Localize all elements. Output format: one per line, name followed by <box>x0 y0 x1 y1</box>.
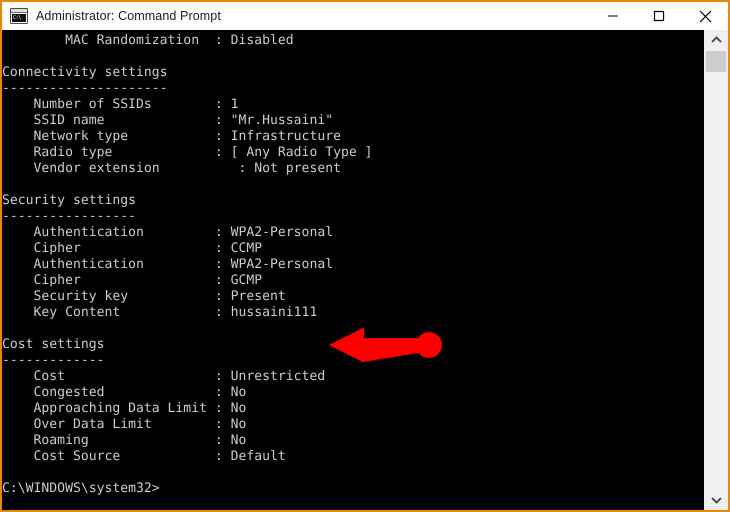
maximize-icon <box>653 10 665 22</box>
minimize-button[interactable] <box>590 2 636 30</box>
minimize-icon <box>608 15 618 17</box>
close-button[interactable] <box>682 2 728 30</box>
console-text: MAC Randomization : Disabled Connectivit… <box>2 33 373 496</box>
scroll-down-arrow-icon[interactable] <box>704 490 728 510</box>
console-output-area[interactable]: MAC Randomization : Disabled Connectivit… <box>2 30 704 510</box>
console-icon-titlebar <box>11 9 27 13</box>
chevron-up-icon <box>710 36 722 43</box>
console-icon: C:\ <box>10 8 28 24</box>
console-icon-glyph: C:\ <box>12 14 26 22</box>
maximize-button[interactable] <box>636 2 682 30</box>
chevron-down-icon <box>710 497 722 504</box>
title-bar[interactable]: C:\ Administrator: Command Prompt <box>2 2 728 30</box>
command-prompt-window: C:\ Administrator: Command Prompt MAC Ra… <box>0 0 730 512</box>
vertical-scrollbar[interactable] <box>704 30 728 510</box>
scrollbar-thumb[interactable] <box>706 51 726 72</box>
window-title: Administrator: Command Prompt <box>36 9 221 23</box>
close-icon <box>699 10 711 22</box>
scrollbar-track[interactable] <box>704 50 728 490</box>
scroll-up-arrow-icon[interactable] <box>704 30 728 50</box>
